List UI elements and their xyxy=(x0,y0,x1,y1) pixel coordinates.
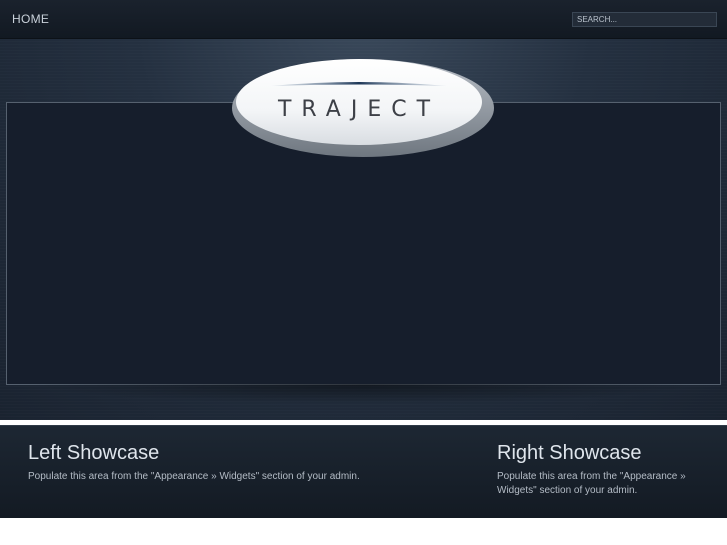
logo-emblem: TRAJECT xyxy=(232,59,494,157)
home-link[interactable]: HOME xyxy=(12,12,49,26)
logo-text: TRAJECT xyxy=(277,97,440,122)
search-input[interactable] xyxy=(572,12,717,27)
right-showcase-text: Populate this area from the "Appearance … xyxy=(497,471,686,496)
showcase-footer: Left Showcase Populate this area from th… xyxy=(0,425,727,518)
top-navigation-bar: HOME xyxy=(0,0,727,39)
right-showcase-title: Right Showcase xyxy=(497,442,642,464)
frame-shadow xyxy=(30,384,697,404)
left-showcase: Left Showcase Populate this area from th… xyxy=(28,441,448,484)
left-showcase-title: Left Showcase xyxy=(28,442,160,464)
traject-logo[interactable]: TRAJECT xyxy=(231,58,495,159)
left-showcase-text: Populate this area from the "Appearance … xyxy=(28,471,360,482)
right-showcase: Right Showcase Populate this area from t… xyxy=(497,441,707,498)
